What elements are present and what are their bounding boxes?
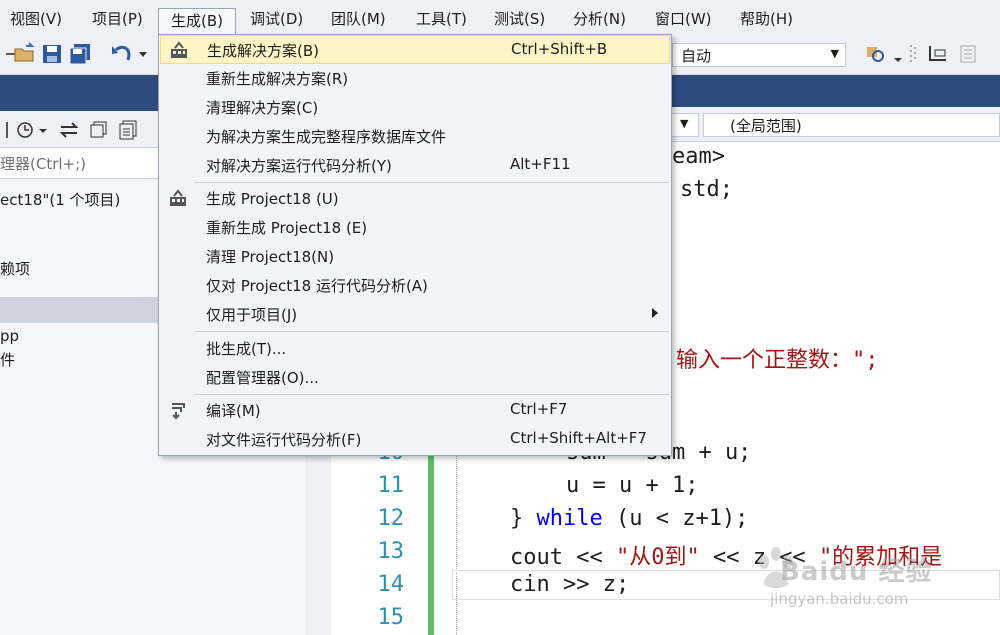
save-icon[interactable] [40, 42, 64, 66]
code-token: (u < z+1); [602, 506, 749, 531]
menu-item-clean-solution[interactable]: 清理解决方案(C) [160, 93, 670, 122]
menu-item-label: 仅对 Project18 运行代码分析(A) [206, 277, 428, 295]
step-icon[interactable] [926, 42, 950, 66]
menu-item-label: 为解决方案生成完整程序数据库文件 [206, 128, 447, 146]
menu-item-label: 生成解决方案(B) [207, 42, 319, 60]
scope-combo-value: (全局范围) [730, 117, 802, 135]
show-all-files-icon[interactable] [118, 119, 140, 141]
menu-test[interactable]: 测试(S) [494, 0, 545, 36]
menu-item-shortcut: Ctrl+Shift+B [511, 40, 608, 58]
code-line[interactable]: } while (u < z+1); [510, 506, 748, 531]
menu-tools[interactable]: 工具(T) [416, 0, 467, 36]
menu-item-label: 仅用于项目(J) [206, 306, 298, 324]
menu-item-rebuild-project[interactable]: 重新生成 Project18 (E) [160, 213, 670, 242]
menu-item-label: 清理解决方案(C) [206, 99, 319, 117]
save-all-icon[interactable] [68, 42, 92, 66]
menu-item-analyze-solution[interactable]: 对解决方案运行代码分析(Y) Alt+F11 [160, 151, 670, 180]
menu-team[interactable]: 团队(M) [331, 0, 386, 36]
menu-item-shortcut: Ctrl+Shift+Alt+F7 [510, 429, 647, 447]
tree-dependencies-node[interactable]: 赖项 [0, 258, 30, 279]
bookmark-icon[interactable] [956, 42, 980, 66]
submenu-arrow-icon [652, 308, 658, 318]
menu-item-label: 清理 Project18(N) [206, 248, 335, 266]
sync-icon[interactable] [58, 119, 80, 141]
code-line[interactable]: eam> [672, 144, 725, 169]
menu-item-build-solution[interactable]: 生成解决方案(B) Ctrl+Shift+B [160, 35, 670, 64]
code-keyword: while [536, 506, 603, 531]
menu-item-clean-project[interactable]: 清理 Project18(N) [160, 242, 670, 271]
menu-item-label: 生成 Project18 (U) [206, 190, 339, 208]
build-solution-icon [171, 41, 187, 58]
menu-item-analyze-project[interactable]: 仅对 Project18 运行代码分析(A) [160, 271, 670, 300]
line-number: 11 [377, 473, 405, 498]
code-line[interactable]: 输入一个正整数："; [676, 342, 879, 374]
menu-item-label: 批生成(T)... [206, 340, 287, 358]
code-line[interactable]: cin >> z; [510, 572, 629, 597]
sidebar-separator-icon [6, 122, 8, 138]
compile-icon [172, 403, 185, 420]
menu-item-label: 重新生成解决方案(R) [206, 70, 349, 88]
menu-debug[interactable]: 调试(D) [250, 0, 303, 36]
menu-build[interactable]: 生成(B) [158, 8, 236, 36]
search-placeholder: 理器(Ctrl+;) [0, 155, 87, 173]
build-project-icon [170, 189, 186, 206]
menu-analyze[interactable]: 分析(N) [573, 0, 626, 36]
build-menu-dropdown: 生成解决方案(B) Ctrl+Shift+B 重新生成解决方案(R) 清理解决方… [158, 34, 672, 456]
line-number: 12 [377, 506, 405, 531]
scope-combo[interactable]: (全局范围) [703, 113, 1000, 137]
line-number: 15 [377, 605, 405, 630]
open-folder-icon[interactable] [12, 42, 36, 66]
watermark-url: jingyan.baidu.com [770, 590, 909, 608]
chevron-down-icon: ▼ [830, 47, 839, 60]
code-line[interactable]: std; [680, 177, 733, 202]
menu-window[interactable]: 窗口(W) [655, 0, 712, 36]
menu-item-generate-pdb[interactable]: 为解决方案生成完整程序数据库文件 [160, 122, 670, 151]
watermark-brand: Baidu 经验 [780, 557, 933, 587]
menu-view[interactable]: 视图(V) [10, 0, 62, 36]
tree-source-file-node[interactable]: pp [0, 327, 19, 345]
menu-item-rebuild-solution[interactable]: 重新生成解决方案(R) [160, 64, 670, 93]
chevron-down-icon: ▼ [680, 117, 689, 130]
solution-configuration-combo[interactable]: 自动 ▼ [672, 43, 846, 67]
chevron-down-icon[interactable] [38, 119, 48, 141]
undo-icon[interactable] [110, 42, 134, 66]
menu-bar: 视图(V) 项目(P) 生成(B) 调试(D) 团队(M) 工具(T) 测试(S… [0, 0, 1000, 36]
menu-item-label: 重新生成 Project18 (E) [206, 219, 368, 237]
menu-item-project-only[interactable]: 仅用于项目(J) [160, 300, 670, 329]
history-icon[interactable] [14, 119, 36, 141]
member-combo[interactable]: ▼ [671, 113, 699, 137]
undo-dropdown-icon[interactable] [138, 42, 148, 66]
code-token: } [510, 506, 537, 531]
menu-item-label: 对解决方案运行代码分析(Y) [206, 157, 392, 175]
tree-file-node[interactable]: 件 [0, 349, 15, 370]
menu-separator [195, 331, 669, 332]
line-number: 13 [377, 539, 405, 564]
menu-item-compile[interactable]: 编译(M) Ctrl+F7 [160, 396, 670, 425]
toolbar-grip-icon [910, 45, 916, 62]
menu-item-configuration-manager[interactable]: 配置管理器(O)... [160, 363, 670, 392]
configuration-value: 自动 [681, 47, 712, 65]
menu-help[interactable]: 帮助(H) [740, 0, 793, 36]
line-number: 14 [377, 572, 405, 597]
menu-item-build-project[interactable]: 生成 Project18 (U) [160, 184, 670, 213]
menu-item-shortcut: Ctrl+F7 [510, 400, 568, 418]
code-line[interactable]: u = u + 1; [566, 473, 698, 498]
menu-separator [195, 394, 669, 395]
code-token: cout << [510, 545, 616, 570]
menu-item-label: 编译(M) [206, 402, 261, 420]
menu-item-batch-build[interactable]: 批生成(T)... [160, 334, 670, 363]
menu-project[interactable]: 项目(P) [92, 0, 143, 36]
menu-item-label: 配置管理器(O)... [206, 369, 319, 387]
menu-item-shortcut: Alt+F11 [510, 155, 571, 173]
overflow-icon[interactable] [892, 42, 904, 66]
menu-item-label: 对文件运行代码分析(F) [206, 431, 362, 449]
menu-separator [195, 182, 669, 183]
tree-solution-node[interactable]: ect18"(1 个项目) [0, 189, 120, 210]
code-string: "从0到" [615, 545, 700, 570]
menu-item-analyze-file[interactable]: 对文件运行代码分析(F) Ctrl+Shift+Alt+F7 [160, 425, 670, 454]
collapse-all-icon[interactable] [88, 119, 110, 141]
find-icon[interactable] [864, 42, 888, 66]
